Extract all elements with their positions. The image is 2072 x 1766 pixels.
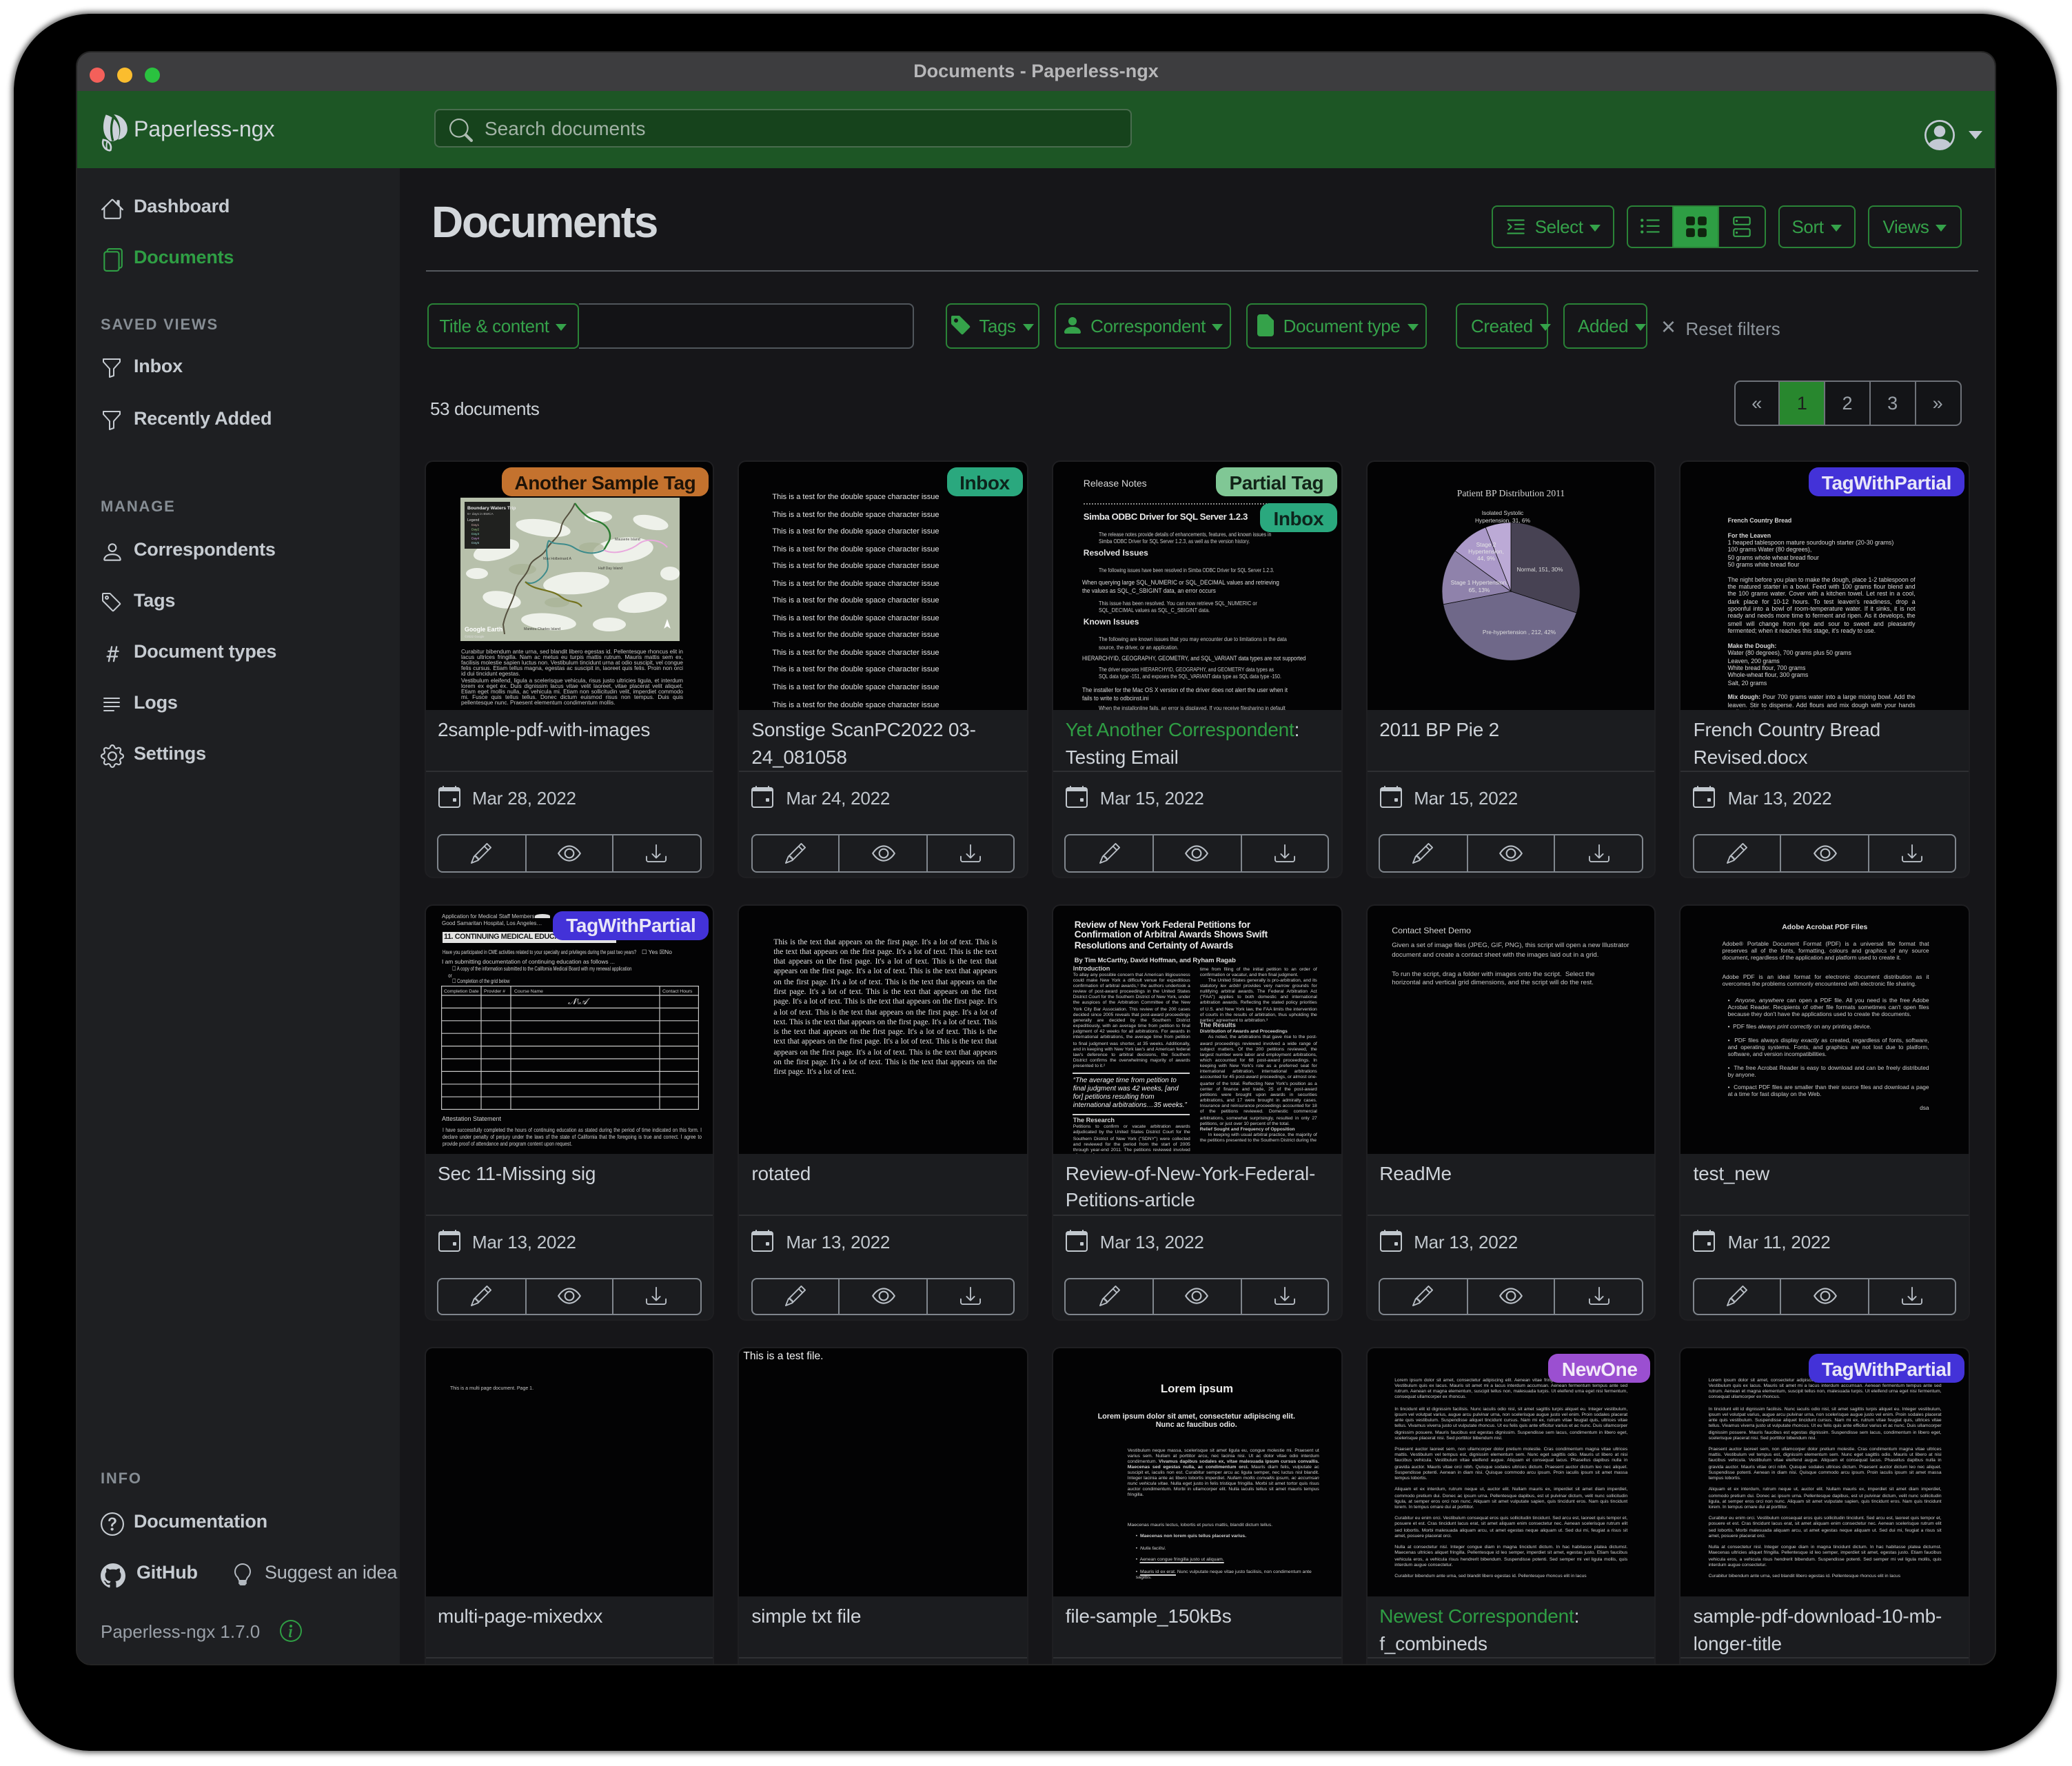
svg-text:Completion Date: Completion Date	[443, 989, 478, 994]
svg-text:Isolated Systolic: Isolated Systolic	[1481, 509, 1523, 516]
svg-text:Hypertension, 31, 6%: Hypertension, 31, 6%	[1474, 517, 1530, 524]
svg-text:Mauserie Island: Mauserie Island	[615, 538, 640, 542]
svg-text:Day3: Day3	[471, 532, 480, 536]
svg-text:Legend: Legend	[467, 518, 479, 522]
svg-text:Course Name: Course Name	[514, 989, 542, 994]
svg-text:Pre-hypertension , 212, 42%: Pre-hypertension , 212, 42%	[1482, 629, 1556, 636]
svg-text:Normal, 151, 30%: Normal, 151, 30%	[1516, 566, 1563, 573]
svg-text:Contact Hours: Contact Hours	[662, 989, 692, 994]
svg-text:Half Day Island: Half Day Island	[598, 567, 622, 571]
svg-text:44, 9%: 44, 9%	[1476, 555, 1495, 562]
svg-text:Patient BP Distribution 2011: Patient BP Distribution 2011	[1456, 488, 1564, 498]
svg-text:Stage 2: Stage 2	[1476, 541, 1496, 548]
svg-text:Max Holbeinard A: Max Holbeinard A	[543, 557, 571, 561]
svg-text:©2022 Google: ©2022 Google	[465, 635, 485, 638]
svg-text:Boundary Waters Trip: Boundary Waters Trip	[467, 506, 516, 511]
svg-text:Stage 1 Hypertension,: Stage 1 Hypertension,	[1450, 579, 1507, 586]
svg-text:Provider #: Provider #	[483, 989, 505, 994]
svg-text:Day1: Day1	[471, 523, 480, 527]
svg-text:𝒩\𝒜: 𝒩\𝒜	[567, 996, 589, 1006]
svg-text:Day4: Day4	[471, 536, 480, 540]
svg-text:Day5: Day5	[471, 541, 480, 545]
svg-text:6+ days in BWCA: 6+ days in BWCA	[467, 512, 494, 516]
svg-text:65, 13%: 65, 13%	[1468, 587, 1490, 593]
svg-text:Hypertension,: Hypertension,	[1467, 548, 1503, 555]
svg-text:Manitou Charles Island: Manitou Charles Island	[524, 627, 560, 631]
svg-text:Day2: Day2	[471, 528, 480, 532]
svg-text:Google Earth: Google Earth	[465, 626, 502, 633]
